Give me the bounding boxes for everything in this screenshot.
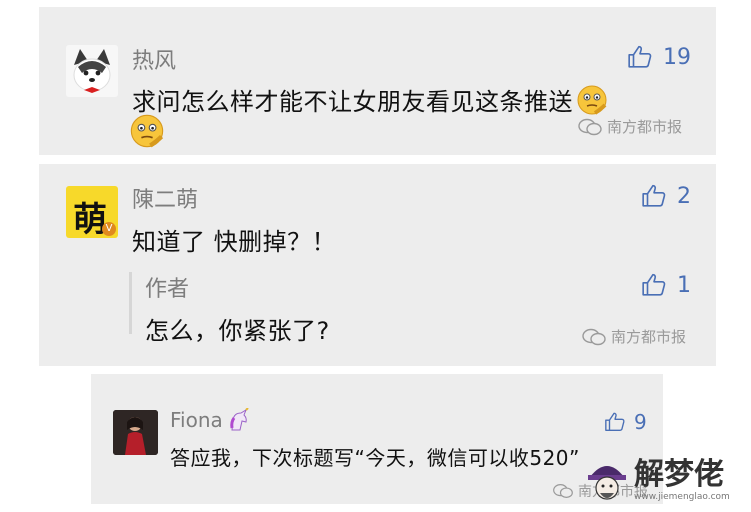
watermark: 南方都市报 [577,116,682,137]
reply-divider [129,272,132,334]
avatar[interactable]: 萌 V [66,186,118,238]
wechat-icon [582,328,606,345]
thumbs-up-icon [642,273,666,296]
comment-text: 求问怎么样才能不让女朋友看见这条推送 [132,82,609,123]
like-button[interactable]: 9 [604,410,647,434]
like-count: 1 [677,272,691,298]
wizard-hat-logo-icon [588,466,626,500]
avatar[interactable] [113,410,158,455]
site-logo: 解梦佬 www.jiemenglao.com [582,455,730,507]
comment-author[interactable]: 热风 [132,43,176,75]
watermark: 南方都市报 [581,326,686,347]
comment-author[interactable]: Fiona [170,408,250,432]
site-logo-name: 解梦佬 [634,457,724,492]
thumbs-up-icon [642,184,666,207]
author-name: Fiona [170,408,223,432]
like-count: 2 [677,183,691,209]
comment-author[interactable]: 陳二萌 [132,182,198,214]
wechat-icon [578,118,602,135]
thumbs-up-icon [605,412,625,431]
comment-text: 知道了 快删掉？！ [132,228,337,256]
reply-text: 怎么，你紧张了? [145,317,330,345]
comment-text-line: 求问怎么样才能不让女朋友看见这条推送 [132,88,573,116]
husky-dog-icon [66,45,118,97]
like-button[interactable]: 1 [641,272,691,298]
like-count: 9 [634,410,647,434]
avatar[interactable] [66,45,118,97]
like-button[interactable]: 2 [641,183,691,209]
comment-text: 答应我，下次标题写“今天，微信可以收520” [170,446,580,470]
verified-badge: V [102,222,116,236]
thinking-face-emoji-icon [128,112,166,154]
like-count: 19 [663,44,691,70]
watermark-text: 南方都市报 [611,328,687,346]
person-photo-icon [113,410,158,455]
reply-author[interactable]: 作者 [145,271,189,303]
like-button[interactable]: 19 [627,44,691,70]
thumbs-up-icon [628,45,652,68]
unicorn-emoji-icon [230,408,249,431]
site-logo-url: www.jiemenglao.com [634,492,730,502]
watermark-text: 南方都市报 [607,118,683,136]
wechat-icon [553,484,573,498]
